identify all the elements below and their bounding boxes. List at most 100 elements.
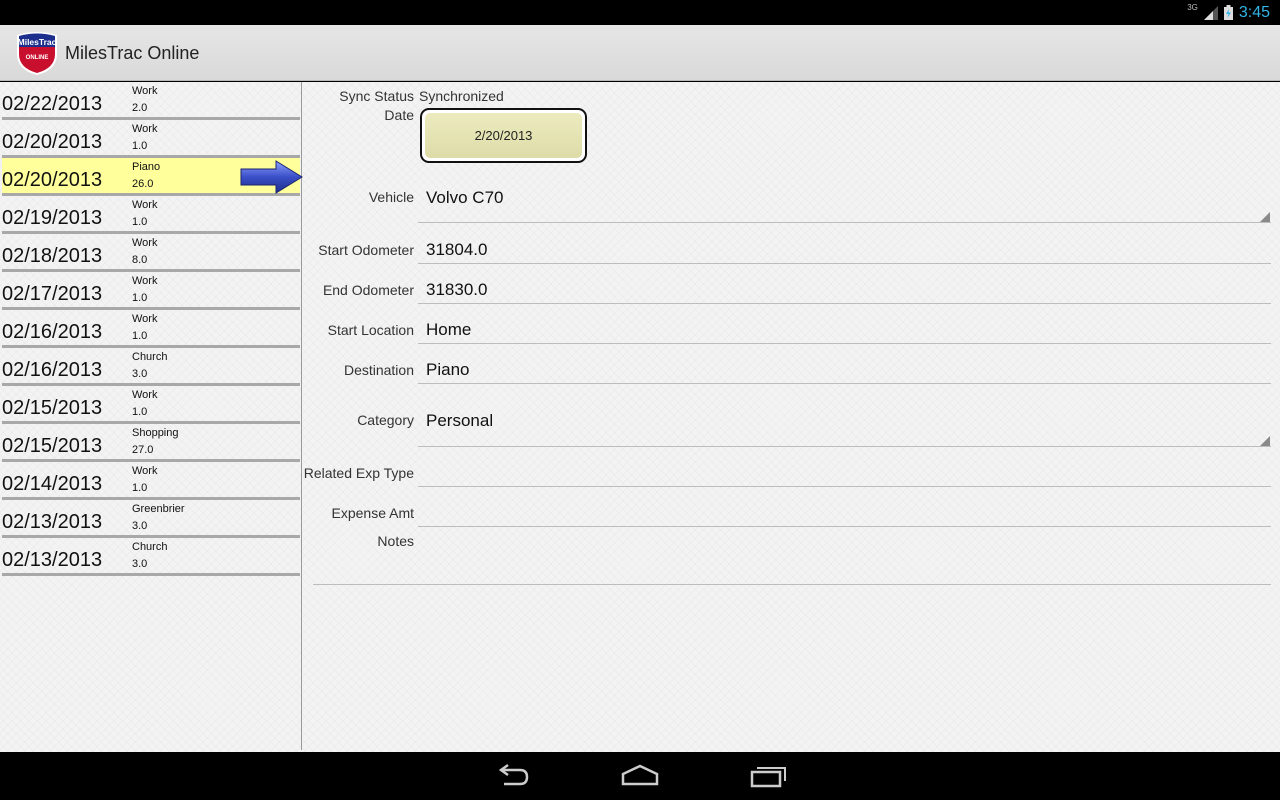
trip-miles: 3.0 — [132, 520, 148, 532]
trip-list-item[interactable]: 02/19/2013 Work 1.0 — [2, 196, 300, 234]
trip-category: Church — [132, 541, 168, 553]
start-location-field[interactable]: Home — [426, 320, 471, 340]
trip-category: Greenbrier — [132, 503, 185, 515]
trip-miles: 1.0 — [132, 406, 148, 418]
trip-list-item[interactable]: 02/18/2013 Work 8.0 — [2, 234, 300, 272]
trip-date: 02/14/2013 — [2, 473, 103, 495]
trip-miles: 1.0 — [132, 482, 148, 494]
trip-date: 02/22/2013 — [2, 93, 103, 115]
end-odometer-field[interactable]: 31830.0 — [426, 280, 487, 300]
related-exp-type-underline — [418, 486, 1271, 487]
trip-list-item[interactable]: 02/22/2013 Work 2.0 — [2, 82, 300, 120]
battery-charging-icon — [1223, 5, 1233, 20]
start-odometer-field[interactable]: 31804.0 — [426, 240, 487, 260]
app-logo-icon[interactable]: MilesTrac ONLINE — [14, 30, 60, 76]
signal-icon — [1203, 5, 1218, 20]
home-icon[interactable] — [620, 762, 660, 790]
category-spinner[interactable]: Personal — [426, 411, 493, 431]
action-bar: MilesTrac ONLINE MilesTrac Online — [0, 25, 1280, 81]
trip-list-item[interactable]: 02/15/2013 Work 1.0 — [2, 386, 300, 424]
destination-underline — [418, 383, 1271, 384]
notes-label: Notes — [377, 533, 414, 549]
trip-category: Work — [132, 275, 158, 287]
trip-list-item[interactable]: 02/14/2013 Work 1.0 — [2, 462, 300, 500]
start-odometer-label: Start Odometer — [318, 242, 414, 258]
recents-icon[interactable] — [749, 762, 789, 790]
logo-text-bottom: ONLINE — [26, 55, 49, 61]
trip-category: Work — [132, 465, 158, 477]
category-dropdown-icon[interactable] — [1260, 436, 1270, 446]
category-underline — [418, 446, 1271, 447]
trip-list-item[interactable]: 02/13/2013 Church 3.0 — [2, 538, 300, 576]
end-odometer-label: End Odometer — [322, 282, 414, 298]
date-label: Date — [384, 107, 414, 123]
trip-category: Work — [132, 85, 158, 97]
trip-list-item[interactable]: 02/17/2013 Work 1.0 — [2, 272, 300, 310]
back-icon[interactable] — [492, 762, 532, 790]
app-title: MilesTrac Online — [65, 43, 200, 63]
trip-date: 02/19/2013 — [2, 207, 103, 229]
trip-category: Work — [132, 237, 158, 249]
trip-miles: 2.0 — [132, 102, 148, 114]
trip-list-item[interactable]: 02/15/2013 Shopping 27.0 — [2, 424, 300, 462]
clock: 3:45 — [1238, 3, 1270, 21]
trip-list-item[interactable]: 02/20/2013 Work 1.0 — [2, 120, 300, 158]
trip-list-item[interactable]: 02/16/2013 Church 3.0 — [2, 348, 300, 386]
selected-arrow-icon — [240, 160, 303, 194]
sync-status-value: Synchronized — [419, 88, 504, 104]
logo-text-top: MilesTrac — [18, 37, 57, 47]
vehicle-spinner[interactable]: Volvo C70 — [426, 188, 504, 208]
trip-category: Piano — [132, 161, 161, 173]
trip-detail-form: Sync Status Synchronized Date 2/20/2013 … — [303, 82, 1280, 752]
status-indicators: 3G 3:45 — [1187, 0, 1270, 25]
status-bar: 3G 3:45 — [0, 0, 1280, 25]
start-location-label: Start Location — [327, 322, 414, 338]
trip-category: Work — [132, 199, 158, 211]
related-exp-type-label: Related Exp Type — [303, 465, 414, 481]
expense-amt-label: Expense Amt — [331, 505, 415, 521]
trip-list-item[interactable]: 02/13/2013 Greenbrier 3.0 — [2, 500, 300, 538]
trip-miles: 26.0 — [132, 178, 154, 190]
end-odometer-underline — [418, 303, 1271, 304]
date-value: 2/20/2013 — [425, 113, 582, 158]
content-area: 02/22/2013 Work 2.0 02/20/2013 Work 1.0 … — [0, 82, 1280, 752]
trip-category: Work — [132, 313, 158, 325]
trip-category: Church — [132, 351, 168, 363]
notes-underline — [313, 584, 1271, 585]
trip-miles: 27.0 — [132, 444, 154, 456]
trip-miles: 1.0 — [132, 140, 148, 152]
trip-category: Shopping — [132, 427, 179, 439]
trip-list-item-selected[interactable]: 02/20/2013 Piano 26.0 — [2, 158, 303, 196]
trip-date: 02/20/2013 — [2, 131, 103, 153]
trip-date: 02/20/2013 — [2, 169, 103, 191]
trip-date: 02/16/2013 — [2, 321, 103, 343]
vehicle-label: Vehicle — [368, 189, 414, 205]
navigation-bar — [0, 752, 1280, 800]
date-picker-button[interactable]: 2/20/2013 — [420, 108, 587, 163]
trip-date: 02/13/2013 — [2, 549, 103, 571]
vehicle-underline — [418, 222, 1271, 223]
trip-miles: 8.0 — [132, 254, 148, 266]
vehicle-dropdown-icon[interactable] — [1260, 212, 1270, 222]
trip-date: 02/15/2013 — [2, 397, 103, 419]
trip-category: Work — [132, 389, 158, 401]
trip-date: 02/17/2013 — [2, 283, 103, 305]
trip-list[interactable]: 02/22/2013 Work 2.0 02/20/2013 Work 1.0 … — [0, 82, 303, 750]
trip-category: Work — [132, 123, 158, 135]
category-label: Category — [357, 412, 414, 428]
trip-list-item[interactable]: 02/16/2013 Work 1.0 — [2, 310, 300, 348]
trip-miles: 1.0 — [132, 330, 148, 342]
expense-amt-underline — [418, 526, 1271, 527]
trip-date: 02/16/2013 — [2, 359, 103, 381]
trip-date: 02/13/2013 — [2, 511, 103, 533]
start-odometer-underline — [418, 263, 1271, 264]
trip-miles: 3.0 — [132, 368, 148, 380]
sync-status-label: Sync Status — [339, 88, 414, 104]
destination-label: Destination — [343, 362, 414, 378]
destination-field[interactable]: Piano — [426, 360, 469, 380]
trip-date: 02/18/2013 — [2, 245, 103, 267]
trip-date: 02/15/2013 — [2, 435, 103, 457]
trip-miles: 1.0 — [132, 292, 148, 304]
trip-miles: 1.0 — [132, 216, 148, 228]
network-type: 3G — [1187, 3, 1198, 12]
